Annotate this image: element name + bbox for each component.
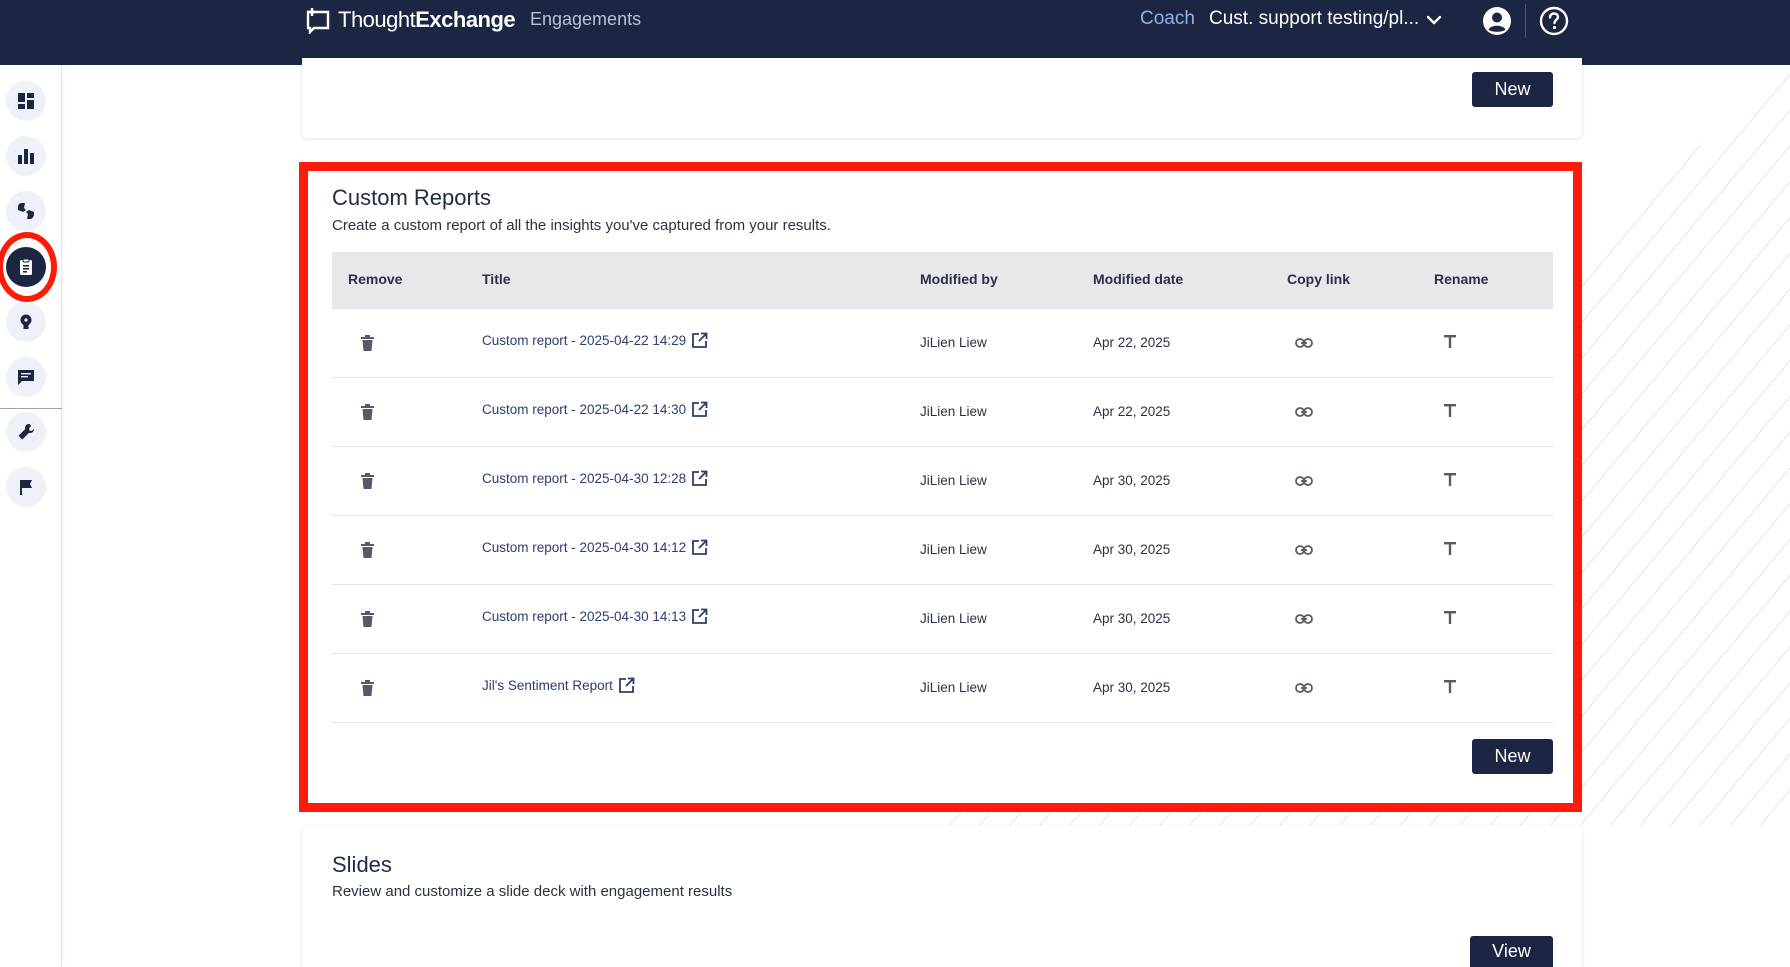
- help-icon[interactable]: [1539, 6, 1569, 36]
- chevron-down-icon[interactable]: [1424, 10, 1444, 30]
- rail-feedback[interactable]: [6, 191, 46, 231]
- wrench-icon: [18, 424, 34, 440]
- rail-insights[interactable]: [6, 302, 46, 342]
- rail-flag[interactable]: [6, 467, 46, 507]
- dashboard-icon: [18, 93, 34, 109]
- highlight-ring: [0, 232, 57, 302]
- rail-dashboard[interactable]: [6, 81, 46, 121]
- rail-messages[interactable]: [6, 357, 46, 397]
- rail-settings[interactable]: [6, 412, 46, 452]
- slides-title: Slides: [332, 852, 392, 877]
- slides-subtitle: Review and customize a slide deck with e…: [332, 883, 733, 900]
- flag-icon: [20, 480, 32, 495]
- left-rail: [0, 65, 62, 967]
- view-slides-button[interactable]: View: [1470, 936, 1553, 967]
- chat-icon: [18, 370, 34, 385]
- new-button-top[interactable]: New: [1472, 72, 1553, 107]
- rail-results[interactable]: [6, 136, 46, 176]
- logo-text: ThoughtExchange: [338, 7, 516, 32]
- account-icon[interactable]: [1482, 6, 1512, 36]
- workspace-selector[interactable]: Cust. support testing/pl...: [1209, 8, 1419, 30]
- header-divider: [1525, 4, 1526, 38]
- logo-icon: [306, 8, 330, 34]
- thoughtexchange-logo[interactable]: ThoughtExchange: [304, 6, 516, 34]
- bar-chart-icon: [18, 149, 34, 164]
- previous-section-card: New: [302, 58, 1582, 138]
- rail-divider: [0, 408, 62, 409]
- top-navigation-bar: ThoughtExchange Engagements Coach Cust. …: [0, 0, 1790, 65]
- highlight-box: [299, 162, 1582, 812]
- nav-engagements-link[interactable]: Engagements: [530, 9, 641, 30]
- thumbs-icon: [18, 203, 34, 219]
- lightbulb-icon: [20, 314, 32, 329]
- coach-link[interactable]: Coach: [1140, 8, 1195, 30]
